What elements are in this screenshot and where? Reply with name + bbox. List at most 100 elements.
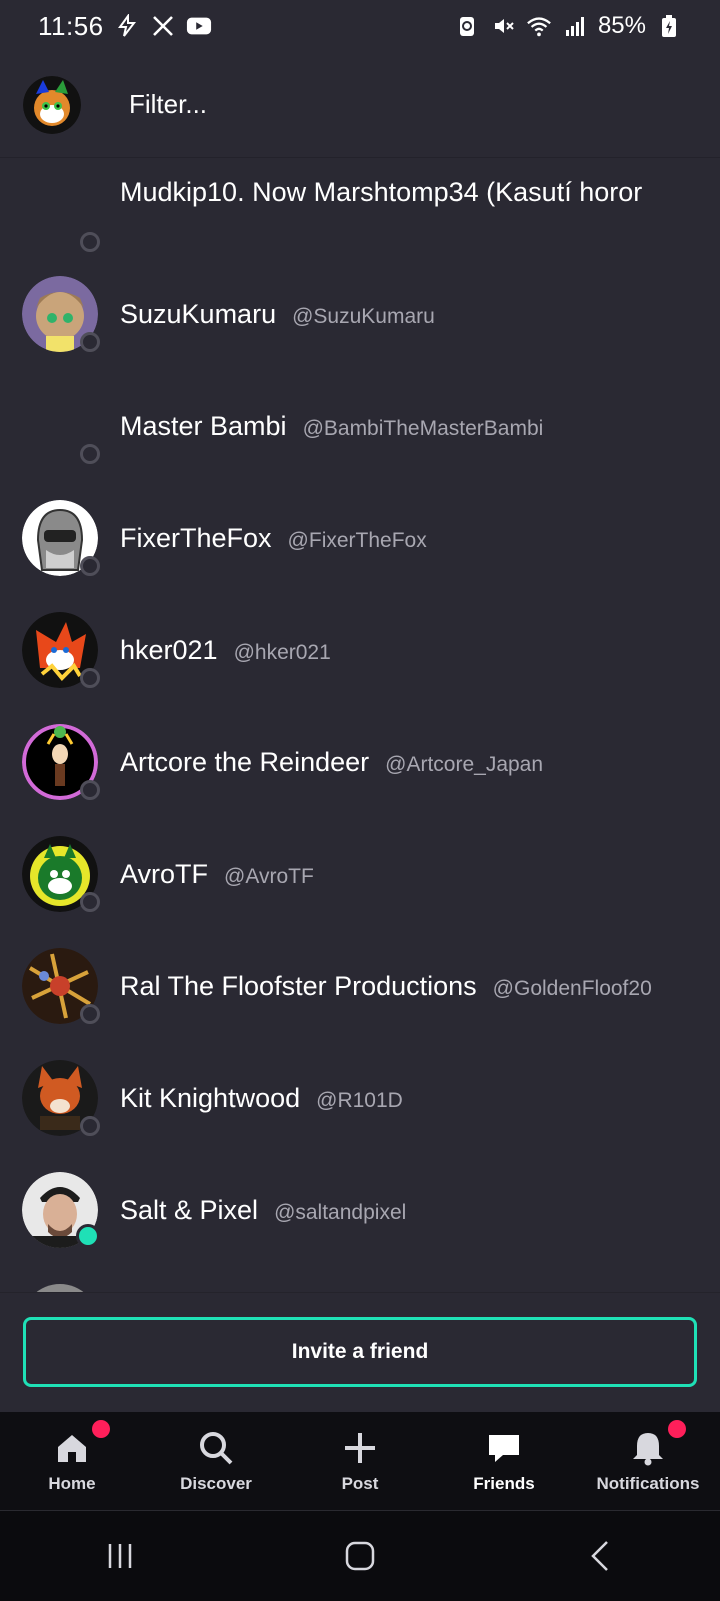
- nav-post[interactable]: Post: [288, 1412, 432, 1510]
- avatar-wrap: [22, 612, 100, 688]
- presence-offline-indicator: [80, 780, 100, 800]
- friend-display-name: FixerTheFox: [120, 522, 272, 553]
- plus-icon: [340, 1428, 380, 1468]
- friend-display-name: AvroTF: [120, 858, 209, 889]
- friend-row[interactable]: Kit Knightwood @R101D: [0, 1042, 720, 1154]
- friend-handle: @Artcore_Japan: [385, 752, 544, 776]
- home-icon: [52, 1420, 110, 1468]
- friend-row-partial[interactable]: [0, 1266, 720, 1292]
- recent-apps-button[interactable]: [90, 1531, 150, 1581]
- nav-home-label: Home: [48, 1474, 96, 1493]
- wifi-icon: [526, 13, 552, 39]
- avatar: [22, 1284, 98, 1292]
- back-button[interactable]: [570, 1531, 630, 1581]
- chat-icon: [484, 1428, 524, 1468]
- signal-icon: [562, 13, 588, 39]
- friend-row[interactable]: Artcore the Reindeer @Artcore_Japan: [0, 706, 720, 818]
- friend-handle: @SuzuKumaru: [292, 304, 435, 328]
- filter-input[interactable]: [127, 73, 720, 136]
- friend-display-name: Master Bambi: [120, 410, 287, 441]
- friend-handle: @saltandpixel: [274, 1200, 407, 1224]
- nav-discover[interactable]: Discover: [144, 1412, 288, 1510]
- friend-names: Ral The Floofster Productions @GoldenFlo…: [120, 971, 700, 1002]
- presence-offline-indicator: [80, 1004, 100, 1024]
- home-system-button[interactable]: [330, 1531, 390, 1581]
- x-icon: [150, 13, 176, 39]
- friend-display-name: Ral The Floofster Productions: [120, 970, 477, 1001]
- my-avatar[interactable]: [23, 75, 81, 134]
- friend-handle: @hker021: [233, 640, 331, 664]
- friend-row[interactable]: SuzuKumaru @SuzuKumaru: [0, 258, 720, 370]
- friend-row[interactable]: Mudkip10. Now Marshtomp34 (Kasutí horor: [0, 158, 720, 270]
- mute-icon: [490, 13, 516, 39]
- battery-saver-icon: [454, 13, 480, 39]
- avatar-wrap: [22, 1060, 100, 1136]
- status-right: 85%: [454, 12, 682, 40]
- friend-display-name: Artcore the Reindeer: [120, 746, 370, 777]
- friend-handle: @BambiTheMasterBambi: [302, 416, 544, 440]
- avatar-wrap: [22, 500, 100, 576]
- presence-offline-indicator: [80, 1116, 100, 1136]
- friend-handle: @GoldenFloof20: [492, 976, 652, 1000]
- friend-row[interactable]: hker021 @hker021: [0, 594, 720, 706]
- presence-offline-indicator: [80, 668, 100, 688]
- system-nav-bar: [0, 1510, 720, 1601]
- status-bar: 11:56 85%: [0, 0, 720, 52]
- friend-row[interactable]: Ral The Floofster Productions @GoldenFlo…: [0, 930, 720, 1042]
- friend-names: hker021 @hker021: [120, 635, 700, 666]
- avatar-wrap: [22, 836, 100, 912]
- friend-display-name: Mudkip10. Now Marshtomp34 (Kasutí horor: [120, 176, 643, 207]
- nav-post-label: Post: [341, 1474, 379, 1493]
- friend-handle: @R101D: [316, 1088, 403, 1112]
- presence-offline-indicator: [80, 444, 100, 464]
- friend-list[interactable]: Mudkip10. Now Marshtomp34 (Kasutí horor …: [0, 158, 720, 1292]
- friend-names: Salt & Pixel @saltandpixel: [120, 1195, 700, 1226]
- bell-icon: [628, 1420, 686, 1468]
- presence-offline-indicator: [80, 556, 100, 576]
- friend-handle: @FixerTheFox: [287, 528, 427, 552]
- friend-display-name: Kit Knightwood: [120, 1082, 301, 1113]
- youtube-icon: [186, 13, 212, 39]
- flash-icon: [114, 13, 140, 39]
- presence-offline-indicator: [80, 232, 100, 252]
- friend-row[interactable]: AvroTF @AvroTF: [0, 818, 720, 930]
- presence-offline-indicator: [80, 892, 100, 912]
- friend-names: FixerTheFox @FixerTheFox: [120, 523, 700, 554]
- avatar-wrap: [22, 388, 100, 464]
- nav-notifications-label: Notifications: [596, 1474, 700, 1493]
- nav-friends[interactable]: Friends: [432, 1412, 576, 1510]
- notification-badge: [668, 1420, 686, 1438]
- friend-display-name: SuzuKumaru: [120, 298, 277, 329]
- status-left: 11:56: [38, 11, 212, 42]
- friend-display-name: hker021: [120, 634, 218, 665]
- invite-section: Invite a friend: [0, 1292, 720, 1413]
- friend-names: Mudkip10. Now Marshtomp34 (Kasutí horor: [120, 177, 700, 208]
- nav-discover-label: Discover: [180, 1474, 252, 1493]
- friend-row[interactable]: FixerTheFox @FixerTheFox: [0, 482, 720, 594]
- friend-names: SuzuKumaru @SuzuKumaru: [120, 299, 700, 330]
- friend-row[interactable]: Salt & Pixel @saltandpixel: [0, 1154, 720, 1266]
- invite-friend-button[interactable]: Invite a friend: [23, 1317, 697, 1387]
- avatar-wrap: [22, 1172, 100, 1248]
- search-icon: [196, 1428, 236, 1468]
- friend-display-name: Salt & Pixel: [120, 1194, 259, 1225]
- presence-online-indicator: [76, 1224, 100, 1248]
- battery-percent: 85%: [597, 12, 646, 39]
- friend-names: Artcore the Reindeer @Artcore_Japan: [120, 747, 700, 778]
- friend-row[interactable]: Master Bambi @BambiTheMasterBambi: [0, 370, 720, 482]
- friend-names: Kit Knightwood @R101D: [120, 1083, 700, 1114]
- bottom-nav: Home Discover Post Friends Notifications: [0, 1412, 720, 1510]
- avatar-wrap: [22, 724, 100, 800]
- status-time: 11:56: [38, 10, 104, 41]
- avatar-wrap: [22, 276, 100, 352]
- friends-header: [0, 52, 720, 158]
- avatar-wrap: [22, 948, 100, 1024]
- friend-handle: @AvroTF: [224, 864, 314, 888]
- nav-home[interactable]: Home: [0, 1412, 144, 1510]
- battery-icon: [656, 13, 682, 39]
- nav-notifications[interactable]: Notifications: [576, 1412, 720, 1510]
- avatar-wrap: [22, 176, 100, 252]
- avatar-wrap: [22, 1284, 98, 1292]
- friend-names: Master Bambi @BambiTheMasterBambi: [120, 411, 700, 442]
- notification-badge: [92, 1420, 110, 1438]
